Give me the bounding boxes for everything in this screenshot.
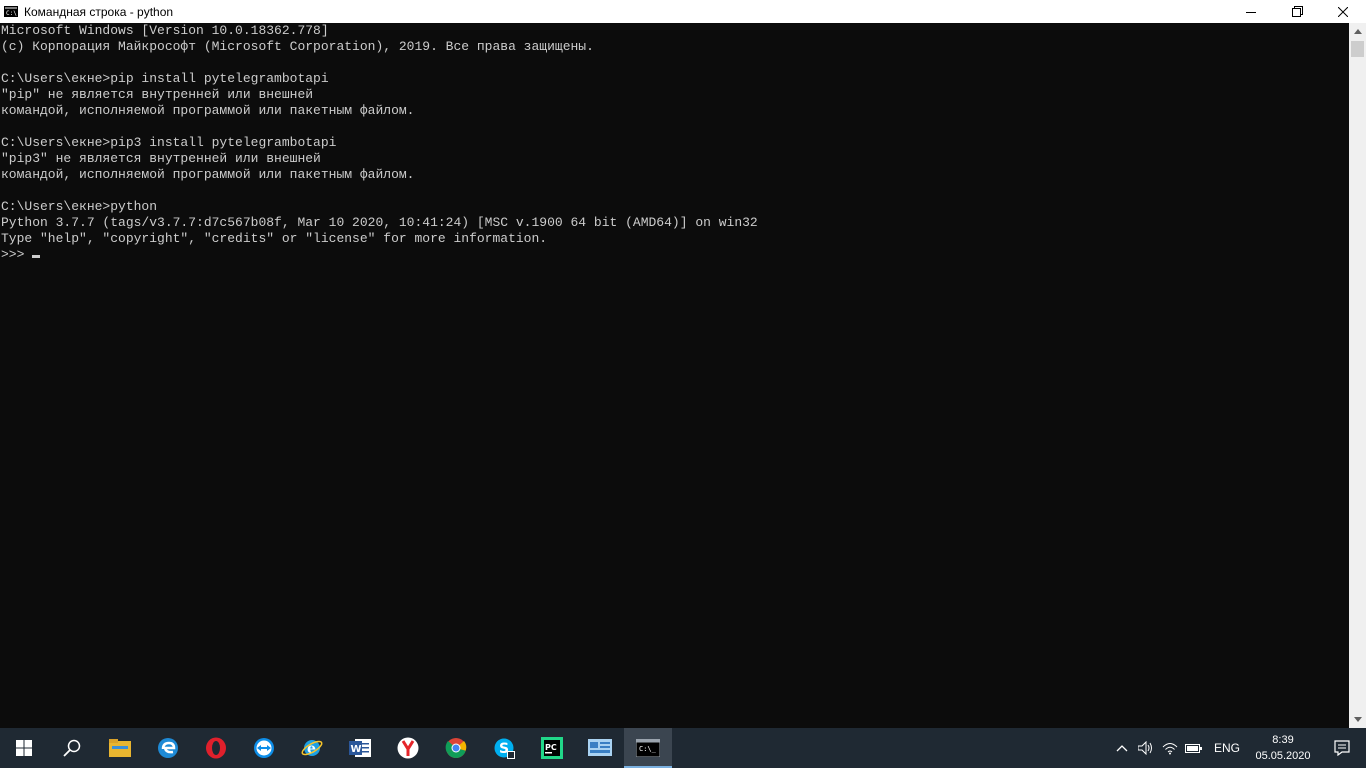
console-line: командой, исполняемой программой или пак… <box>1 103 415 118</box>
taskbar-app-file-explorer[interactable] <box>96 728 144 768</box>
console-line: "pip" не является внутренней или внешней <box>1 87 314 102</box>
minimize-button[interactable] <box>1228 0 1274 23</box>
edge-icon <box>158 738 178 758</box>
window-titlebar[interactable]: C:\ Командная строка - python <box>0 0 1366 23</box>
restore-icon <box>1291 6 1303 17</box>
command-prompt-icon: C:\_ <box>636 739 660 757</box>
svg-text:C:\_: C:\_ <box>639 745 657 753</box>
svg-text:C:\: C:\ <box>6 10 17 17</box>
wifi-icon <box>1162 743 1178 755</box>
console-line: командой, исполняемой программой или пак… <box>1 167 415 182</box>
console-output[interactable]: Microsoft Windows [Version 10.0.18362.77… <box>0 23 1349 728</box>
teamviewer-icon <box>254 738 274 758</box>
search-icon <box>63 739 81 757</box>
taskbar-app-internet-explorer[interactable]: e <box>288 728 336 768</box>
battery-icon <box>1184 744 1202 753</box>
system-tray: ENG 8:39 05.05.2020 <box>1110 728 1366 768</box>
console-line: C:\Users\екне>python <box>1 199 158 214</box>
language-indicator[interactable]: ENG <box>1206 741 1248 755</box>
console-line: "pip3" не является внутренней или внешне… <box>1 151 321 166</box>
taskbar-app-chrome[interactable] <box>432 728 480 768</box>
maximize-button[interactable] <box>1274 0 1320 23</box>
show-hidden-icons-button[interactable] <box>1110 728 1134 768</box>
taskbar-app-yandex-browser[interactable] <box>384 728 432 768</box>
taskbar-app-edge[interactable] <box>144 728 192 768</box>
yandex-browser-icon <box>397 737 419 759</box>
taskbar-app-pycharm[interactable]: PC <box>528 728 576 768</box>
windows-logo-icon <box>16 740 32 756</box>
svg-text:W: W <box>351 744 362 755</box>
clock[interactable]: 8:39 05.05.2020 <box>1248 732 1318 764</box>
chevron-up-icon <box>1353 29 1362 34</box>
window-title: Командная строка - python <box>24 4 174 19</box>
command-prompt-icon: C:\ <box>4 6 18 17</box>
internet-explorer-icon: e <box>301 740 323 757</box>
notification-icon <box>1334 740 1350 756</box>
taskbar: e W S PC C:\_ ENG 8:39 05.05.2020 <box>0 728 1366 768</box>
file-explorer-icon <box>109 739 131 757</box>
chevron-up-icon <box>1116 745 1128 752</box>
taskbar-app-skype[interactable]: S <box>480 728 528 768</box>
text-cursor <box>32 255 41 258</box>
action-center-button[interactable] <box>1318 728 1366 768</box>
start-button[interactable] <box>0 728 48 768</box>
svg-text:PC: PC <box>545 743 557 752</box>
search-button[interactable] <box>48 728 96 768</box>
clock-time: 8:39 <box>1272 734 1294 746</box>
vertical-scrollbar[interactable] <box>1349 23 1366 728</box>
speaker-icon <box>1137 741 1152 755</box>
network-button[interactable] <box>1158 728 1182 768</box>
taskbar-app-teamviewer[interactable] <box>240 728 288 768</box>
close-button[interactable] <box>1320 0 1366 23</box>
pycharm-icon: PC <box>541 737 563 759</box>
close-icon <box>1338 6 1348 17</box>
taskbar-app-command-prompt[interactable]: C:\_ <box>624 728 672 768</box>
console-line: C:\Users\екне>pip install pytelegrambota… <box>1 71 329 86</box>
minimize-icon <box>1246 11 1256 13</box>
scroll-up-button[interactable] <box>1349 23 1366 40</box>
clock-date: 05.05.2020 <box>1255 750 1311 762</box>
word-icon: W <box>349 739 371 757</box>
console-line: C:\Users\екне>pip3 install pytelegrambot… <box>1 135 337 150</box>
taskbar-app-control-panel[interactable] <box>576 728 624 768</box>
volume-button[interactable] <box>1134 728 1158 768</box>
prompt-line[interactable]: >>> <box>1 247 1349 263</box>
console-line: Microsoft Windows [Version 10.0.18362.77… <box>1 23 329 38</box>
console-line: (с) Корпорация Майкрософт (Microsoft Cor… <box>1 39 594 54</box>
python-prompt: >>> <box>1 247 25 262</box>
control-panel-icon <box>588 739 612 756</box>
scroll-down-button[interactable] <box>1349 711 1366 728</box>
taskbar-app-opera[interactable] <box>192 728 240 768</box>
battery-button[interactable] <box>1182 728 1206 768</box>
taskbar-app-word[interactable]: W <box>336 728 384 768</box>
console-line: Type "help", "copyright", "credits" or "… <box>1 231 548 246</box>
scrollbar-thumb[interactable] <box>1351 41 1364 57</box>
opera-icon <box>206 737 226 759</box>
skype-icon: S <box>494 738 515 759</box>
console-line: Python 3.7.7 (tags/v3.7.7:d7c567b08f, Ma… <box>1 215 758 230</box>
chevron-down-icon <box>1353 717 1362 722</box>
chrome-icon <box>445 738 467 759</box>
